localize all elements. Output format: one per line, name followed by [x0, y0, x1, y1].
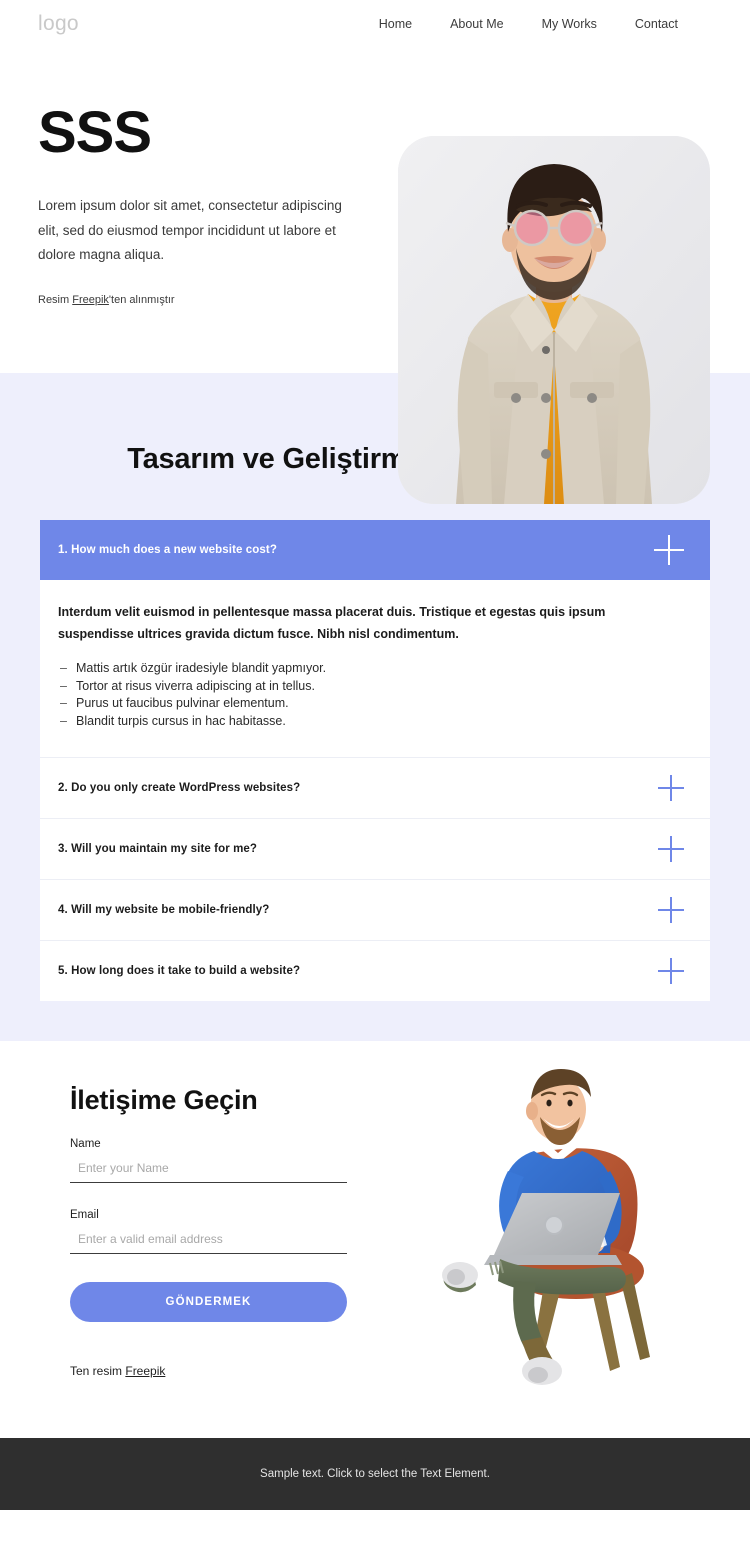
contact-form-block: İletişime Geçin Name Email GÖNDERMEK Ten… [0, 1085, 360, 1378]
name-input[interactable] [70, 1157, 347, 1183]
name-label: Name [70, 1137, 101, 1150]
accordion-header-4[interactable]: 4. Will my website be mobile-friendly? [40, 879, 710, 940]
nav-item-home[interactable]: Home [379, 17, 412, 31]
hero-credit-prefix: Resim [38, 293, 73, 306]
logo[interactable]: logo [38, 12, 79, 36]
site-header: logo Home About Me My Works Contact [0, 0, 750, 48]
list-item: Mattis artık özgür iradesiyle blandit ya… [58, 660, 680, 678]
accordion-question-3: 3. Will you maintain my site for me? [58, 842, 258, 855]
accordion-item-1: 1. How much does a new website cost? Int… [40, 520, 710, 757]
list-item: Tortor at risus viverra adipiscing at in… [58, 678, 680, 696]
accordion-question-2: 2. Do you only create WordPress websites… [58, 781, 301, 794]
contact-section: İletişime Geçin Name Email GÖNDERMEK Ten… [0, 1040, 750, 1438]
contact-title: İletişime Geçin [70, 1084, 258, 1115]
accordion-question-5: 5. How long does it take to build a webs… [58, 964, 301, 977]
plus-icon[interactable] [658, 957, 684, 984]
contact-image-credit: Ten resim Freepik [70, 1364, 360, 1378]
accordion-header-3[interactable]: 3. Will you maintain my site for me? [40, 818, 710, 879]
site-footer: Sample text. Click to select the Text El… [0, 1437, 750, 1510]
contact-credit-prefix: Ten resim [70, 1363, 126, 1378]
email-input[interactable] [70, 1228, 347, 1254]
freepik-link[interactable]: Freepik [72, 294, 109, 306]
list-item: Blandit turpis cursus in hac habitasse. [58, 713, 680, 731]
hero-description: Lorem ipsum dolor sit amet, consectetur … [38, 198, 342, 263]
plus-icon[interactable] [658, 774, 684, 801]
freepik-link[interactable]: Freepik [125, 1364, 165, 1378]
submit-button[interactable]: GÖNDERMEK [70, 1281, 347, 1322]
hero-image-credit: Resim Freepik'ten alınmıştır [38, 294, 360, 306]
nav-item-about-me[interactable]: About Me [450, 17, 504, 31]
accordion-header-5[interactable]: 5. How long does it take to build a webs… [40, 940, 710, 1001]
accordion-header-1[interactable]: 1. How much does a new website cost? [40, 520, 710, 580]
plus-icon[interactable] [658, 835, 684, 862]
name-field-group: Name [70, 1138, 347, 1183]
hero-credit-suffix: 'ten alınmıştır [108, 293, 175, 306]
accordion-item-4: 4. Will my website be mobile-friendly? [40, 878, 710, 940]
plus-icon[interactable] [654, 535, 684, 565]
page-title: SSS [38, 100, 152, 165]
accordion-item-2: 2. Do you only create WordPress websites… [40, 756, 710, 818]
accordion-answer-lead: Interdum velit euismod in pellentesque m… [58, 605, 606, 641]
plus-icon[interactable] [658, 896, 684, 923]
accordion-question-1: 1. How much does a new website cost? [58, 544, 277, 556]
list-item: Purus ut faucibus pulvinar elementum. [58, 695, 680, 713]
nav-item-contact[interactable]: Contact [635, 17, 678, 31]
hero-section: SSS Lorem ipsum dolor sit amet, consecte… [0, 48, 750, 504]
faq-accordion: 1. How much does a new website cost? Int… [40, 520, 710, 1001]
footer-text[interactable]: Sample text. Click to select the Text El… [260, 1468, 490, 1480]
accordion-question-4: 4. Will my website be mobile-friendly? [58, 903, 270, 916]
nav-item-my-works[interactable]: My Works [542, 17, 597, 31]
accordion-item-3: 3. Will you maintain my site for me? [40, 817, 710, 879]
accordion-header-2[interactable]: 2. Do you only create WordPress websites… [40, 757, 710, 818]
hero-text-block: SSS Lorem ipsum dolor sit amet, consecte… [0, 48, 360, 306]
email-label: Email [70, 1208, 99, 1221]
accordion-answer-list: Mattis artık özgür iradesiyle blandit ya… [58, 660, 680, 731]
email-field-group: Email [70, 1209, 347, 1254]
accordion-panel-1: Interdum velit euismod in pellentesque m… [40, 580, 710, 757]
illustration-3d-character [438, 1059, 688, 1389]
hero-photo [398, 136, 710, 504]
main-navigation: Home About Me My Works Contact [379, 17, 678, 31]
accordion-item-5: 5. How long does it take to build a webs… [40, 939, 710, 1001]
